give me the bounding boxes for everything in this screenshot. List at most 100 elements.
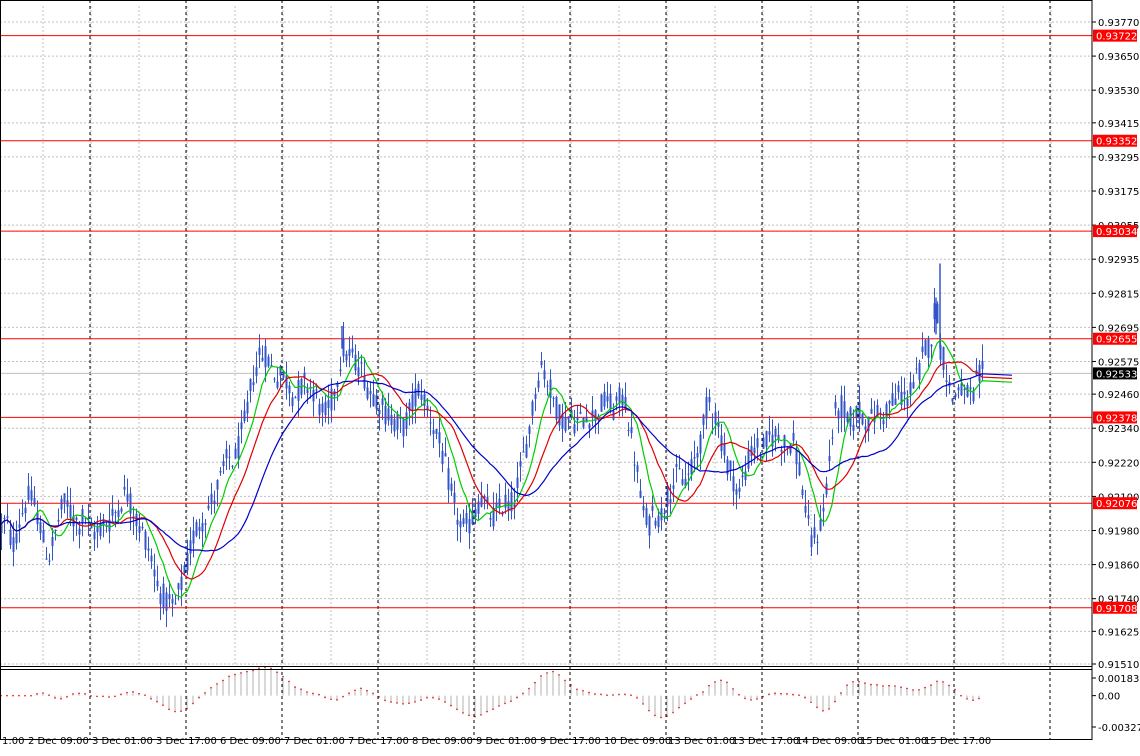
candle-body (39, 521, 42, 534)
candle-body (618, 387, 621, 404)
candle-body (45, 558, 48, 560)
candle-body (915, 368, 918, 370)
osc-dot (522, 692, 524, 695)
time-tick-label: 15 Dec 17:00 (924, 736, 991, 747)
osc-dot (960, 694, 962, 697)
candle-body (846, 412, 849, 422)
candle-body (219, 470, 222, 473)
candle-body (393, 419, 396, 432)
osc-dot (492, 708, 494, 710)
osc-dot (78, 692, 80, 695)
candle-body (297, 379, 300, 401)
candle-body (369, 391, 372, 395)
candle-body (648, 516, 651, 536)
price-tick-label: 0.92695 (1098, 323, 1139, 334)
candle-body (252, 382, 255, 386)
osc-dot (402, 703, 404, 705)
time-tick-label: 13 Dec 01:00 (668, 736, 735, 747)
candle-body (375, 395, 378, 409)
level-label: 0.91708 (1096, 604, 1137, 615)
candle-body (372, 394, 375, 407)
time-tick-label: 13 Dec 17:00 (732, 736, 799, 747)
candle-body (57, 519, 60, 522)
price-tick-label: 0.92935 (1098, 255, 1139, 266)
candle-body (957, 387, 960, 391)
candle-body (63, 493, 66, 503)
price-tick-label: 0.92460 (1098, 390, 1139, 401)
candle-body (945, 380, 948, 383)
candle-body (588, 424, 591, 429)
candle-body (6, 516, 9, 518)
candle-body (69, 504, 72, 518)
candle-body (951, 398, 954, 402)
osc-dot (150, 697, 152, 700)
candle-body (9, 529, 12, 546)
osc-dot (90, 695, 92, 697)
time-tick-label: 7 Dec 01:00 (284, 736, 345, 747)
candle-body (603, 391, 606, 407)
osc-dot (564, 679, 566, 682)
candle-body (327, 400, 330, 408)
osc-dot (414, 701, 416, 703)
candle-body (120, 508, 123, 512)
candle-body (606, 396, 609, 402)
osc-dot (372, 692, 374, 695)
osc-dot (474, 715, 476, 718)
candle-body (969, 387, 972, 390)
osc-dot (12, 694, 14, 697)
candle-body (822, 507, 825, 512)
candle-body (315, 389, 318, 391)
candle-body (405, 412, 408, 429)
candle-body (237, 436, 240, 459)
osc-dot (732, 688, 734, 690)
candle-body (456, 519, 459, 525)
candle-body (150, 555, 153, 562)
osc-dot (702, 691, 704, 693)
time-tick-label: 9 Dec 17:00 (540, 736, 601, 747)
osc-dot (498, 705, 500, 707)
candle-body (711, 416, 714, 418)
osc-dot (270, 667, 272, 670)
osc-dot (666, 715, 668, 718)
osc-dot (966, 698, 968, 700)
candle-body (720, 435, 723, 452)
candle-body (774, 428, 777, 437)
osc-dot (192, 702, 194, 705)
candle-body (264, 346, 267, 368)
candle-body (438, 432, 441, 444)
osc-dot (858, 680, 860, 683)
candle-body (582, 417, 585, 428)
osc-dot (456, 708, 458, 711)
candle-body (243, 410, 246, 422)
osc-dot (654, 714, 656, 717)
osc-dot (42, 692, 44, 694)
candle-body (981, 360, 984, 369)
candle-body (144, 531, 147, 550)
osc-dot (708, 684, 710, 687)
osc-dot (924, 686, 926, 689)
osc-dot (336, 699, 338, 701)
candle-body (615, 396, 618, 401)
osc-dot (300, 688, 302, 691)
candle-body (954, 394, 957, 397)
candle-body (381, 398, 384, 406)
osc-dot (798, 694, 800, 696)
candle-body (288, 385, 291, 394)
candle-body (756, 438, 759, 448)
candle-body (435, 429, 438, 434)
candle-body (240, 422, 243, 430)
osc-dot (552, 670, 554, 673)
level-label: 0.92655 (1096, 335, 1137, 346)
osc-dot (786, 692, 788, 695)
osc-dot (630, 694, 632, 696)
osc-dot (684, 702, 686, 705)
osc-dot (126, 691, 128, 694)
candle-body (744, 471, 747, 480)
osc-dot (180, 710, 182, 712)
candle-body (27, 485, 30, 500)
candle-body (534, 394, 537, 399)
osc-dot (132, 691, 134, 693)
candle-body (642, 506, 645, 511)
candle-body (540, 361, 543, 366)
osc-tick-label: -0.00327 (1098, 723, 1140, 734)
